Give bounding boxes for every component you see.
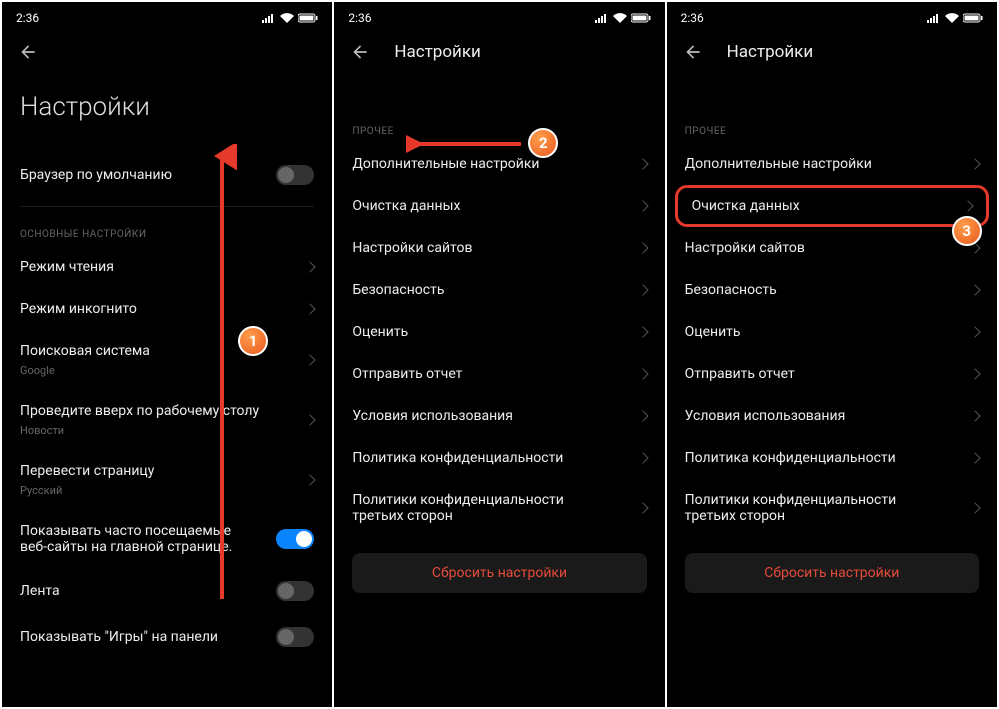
page-title: Настройки — [2, 72, 332, 152]
row-site-settings[interactable]: Настройки сайтов — [667, 227, 997, 269]
row-security[interactable]: Безопасность — [667, 269, 997, 311]
row-feed[interactable]: Лента — [2, 568, 332, 614]
status-time: 2:36 — [348, 11, 371, 25]
toggle-show-frequent[interactable] — [276, 529, 314, 549]
status-time: 2:36 — [16, 11, 39, 25]
header-title: Настройки — [394, 42, 481, 62]
row-third-party[interactable]: Политики конфиденциальности третьих стор… — [667, 479, 997, 537]
row-swipe-up[interactable]: Проведите вверх по рабочему столуНовости — [2, 390, 332, 450]
chevron-icon — [969, 158, 980, 169]
row-terms[interactable]: Условия использования — [667, 395, 997, 437]
row-default-browser[interactable]: Браузер по умолчанию — [2, 152, 332, 198]
annotation-arrow-up — [207, 144, 237, 604]
chevron-icon — [637, 410, 648, 421]
row-show-frequent[interactable]: Показывать часто посещаемые веб-сайты на… — [2, 510, 332, 568]
section-label-main: ОСНОВНЫЕ НАСТРОЙКИ — [2, 215, 332, 246]
status-bar: 2:36 — [334, 2, 664, 32]
row-third-party[interactable]: Политики конфиденциальности третьих стор… — [334, 479, 664, 537]
row-rate[interactable]: Оценить — [334, 311, 664, 353]
row-site-settings[interactable]: Настройки сайтов — [334, 227, 664, 269]
header — [2, 32, 332, 72]
divider — [20, 206, 314, 207]
row-additional[interactable]: Дополнительные настройки — [667, 143, 997, 185]
back-icon[interactable] — [18, 42, 38, 62]
row-rate[interactable]: Оценить — [667, 311, 997, 353]
chevron-icon — [637, 452, 648, 463]
chevron-icon — [305, 261, 316, 272]
header-title: Настройки — [727, 42, 814, 62]
annotation-arrow-left — [406, 132, 526, 156]
row-translate[interactable]: Перевести страницуРусский — [2, 450, 332, 510]
reset-button[interactable]: Сбросить настройки — [352, 553, 646, 593]
status-bar: 2:36 — [2, 2, 332, 32]
status-icons — [927, 13, 983, 23]
row-clear-data[interactable]: Очистка данных — [334, 185, 664, 227]
chevron-icon — [969, 284, 980, 295]
back-icon[interactable] — [350, 42, 370, 62]
row-security[interactable]: Безопасность — [334, 269, 664, 311]
status-icons — [595, 13, 651, 23]
toggle-feed[interactable] — [276, 581, 314, 601]
chevron-icon — [969, 326, 980, 337]
chevron-icon — [969, 368, 980, 379]
chevron-icon — [637, 368, 648, 379]
chevron-icon — [637, 242, 648, 253]
chevron-icon — [637, 200, 648, 211]
row-reading-mode[interactable]: Режим чтения — [2, 246, 332, 288]
header: Настройки — [334, 32, 664, 72]
chevron-icon — [637, 326, 648, 337]
annotation-badge-1: 1 — [238, 326, 268, 356]
toggle-default-browser[interactable] — [276, 165, 314, 185]
chevron-icon — [962, 200, 973, 211]
row-send-report[interactable]: Отправить отчет — [334, 353, 664, 395]
row-incognito[interactable]: Режим инкогнито — [2, 288, 332, 330]
row-privacy[interactable]: Политика конфиденциальности — [334, 437, 664, 479]
label: Браузер по умолчанию — [20, 167, 172, 183]
phone-screen-2: 2:36 Настройки ПРОЧЕЕ Дополнительные нас… — [334, 2, 664, 707]
chevron-icon — [637, 158, 648, 169]
chevron-icon — [969, 502, 980, 513]
back-icon[interactable] — [683, 42, 703, 62]
chevron-icon — [637, 284, 648, 295]
row-privacy[interactable]: Политика конфиденциальности — [667, 437, 997, 479]
status-icons — [262, 13, 318, 23]
row-show-games[interactable]: Показывать "Игры" на панели — [2, 614, 332, 660]
section-label-other: ПРОЧЕЕ — [667, 112, 997, 143]
chevron-icon — [305, 474, 316, 485]
row-search-engine[interactable]: Поисковая системаGoogle — [2, 330, 332, 390]
header: Настройки — [667, 32, 997, 72]
row-terms[interactable]: Условия использования — [334, 395, 664, 437]
chevron-icon — [969, 410, 980, 421]
phone-screen-1: 2:36 Настройки Браузер по умолчанию ОСНО… — [2, 2, 332, 707]
phone-screen-3: 2:36 Настройки ПРОЧЕЕ Дополнительные нас… — [667, 2, 997, 707]
chevron-icon — [305, 303, 316, 314]
chevron-icon — [637, 502, 648, 513]
chevron-icon — [305, 414, 316, 425]
chevron-icon — [969, 452, 980, 463]
status-time: 2:36 — [681, 11, 704, 25]
status-bar: 2:36 — [667, 2, 997, 32]
annotation-badge-3: 3 — [952, 216, 982, 246]
row-send-report[interactable]: Отправить отчет — [667, 353, 997, 395]
toggle-show-games[interactable] — [276, 627, 314, 647]
reset-button[interactable]: Сбросить настройки — [685, 553, 979, 593]
row-clear-data-highlighted[interactable]: Очистка данных — [675, 185, 989, 227]
chevron-icon — [305, 354, 316, 365]
